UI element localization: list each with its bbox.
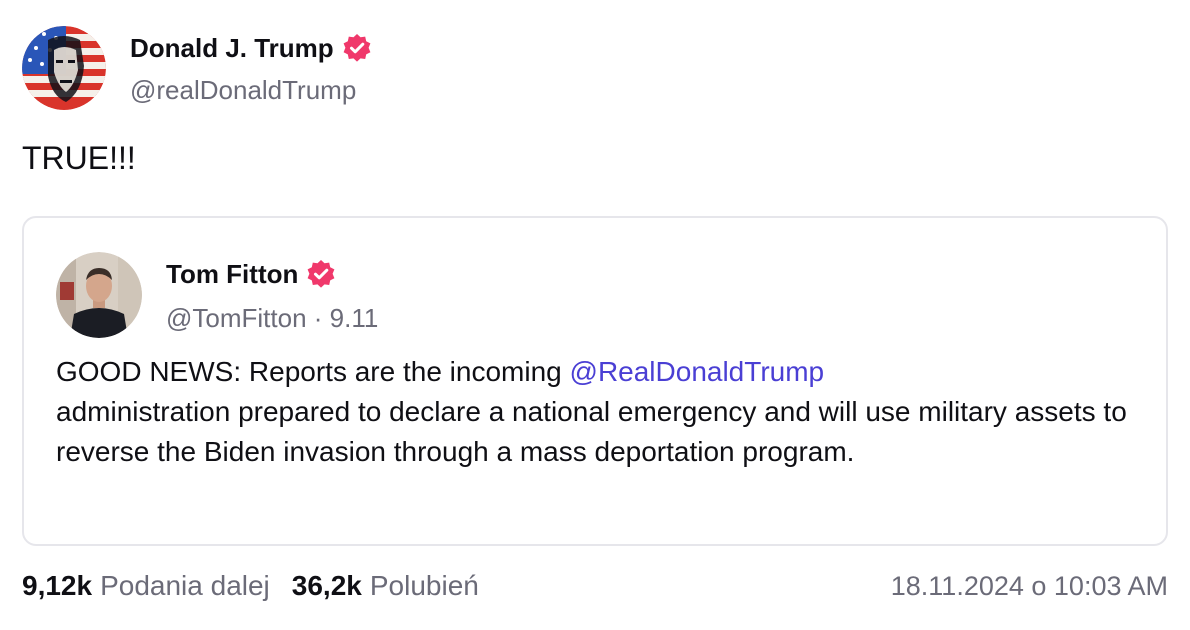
reposts-label: Podania dalej <box>100 570 270 601</box>
quoted-author-avatar[interactable] <box>56 252 142 338</box>
quoted-author-display-name[interactable]: Tom Fitton <box>166 258 298 290</box>
post: Donald J. Trump @realDonaldTrump TRUE!!! <box>0 0 1190 630</box>
post-text: TRUE!!! <box>22 140 136 176</box>
quoted-text-suffix: administration prepared to declare a nat… <box>56 396 1127 467</box>
mention-link[interactable]: @RealDonaldTrump <box>570 356 825 387</box>
likes-count: 36,2k <box>291 570 362 601</box>
quoted-text-prefix: GOOD NEWS: Reports are the incoming <box>56 356 570 387</box>
avatar-flag-portrait-icon <box>22 26 106 110</box>
quoted-author-meta: Tom Fitton @TomFitton · 9.11 <box>166 258 378 334</box>
reposts-stat[interactable]: 9,12k Podania dalej <box>22 570 270 602</box>
likes-label: Polubień <box>369 570 479 601</box>
quoted-post-date[interactable]: 9.11 <box>330 303 379 333</box>
post-footer: 9,12k Podania dalej 36,2k Polubień 18.11… <box>22 566 1168 606</box>
post-author: Donald J. Trump @realDonaldTrump <box>22 26 372 110</box>
likes-stat[interactable]: 36,2k Polubień <box>292 570 479 602</box>
avatar-photo-icon <box>56 252 142 338</box>
quoted-author-subline: @TomFitton · 9.11 <box>166 302 378 334</box>
author-avatar[interactable] <box>22 26 106 110</box>
author-display-name[interactable]: Donald J. Trump <box>130 32 334 64</box>
reposts-count: 9,12k <box>22 570 93 601</box>
quoted-author: Tom Fitton @TomFitton · 9.11 <box>56 252 378 338</box>
post-timestamp[interactable]: 18.11.2024 o 10:03 AM <box>891 571 1168 602</box>
separator-dot: · <box>306 303 330 333</box>
author-handle[interactable]: @realDonaldTrump <box>130 74 372 106</box>
quoted-author-handle[interactable]: @TomFitton <box>166 303 307 333</box>
verified-badge-icon <box>306 259 336 289</box>
author-meta: Donald J. Trump @realDonaldTrump <box>130 32 372 106</box>
quoted-post-text: GOOD NEWS: Reports are the incoming @Rea… <box>56 352 1136 472</box>
verified-badge-icon <box>342 33 372 63</box>
quoted-post-card[interactable]: Tom Fitton @TomFitton · 9.11 GOOD NEWS: … <box>22 216 1168 546</box>
